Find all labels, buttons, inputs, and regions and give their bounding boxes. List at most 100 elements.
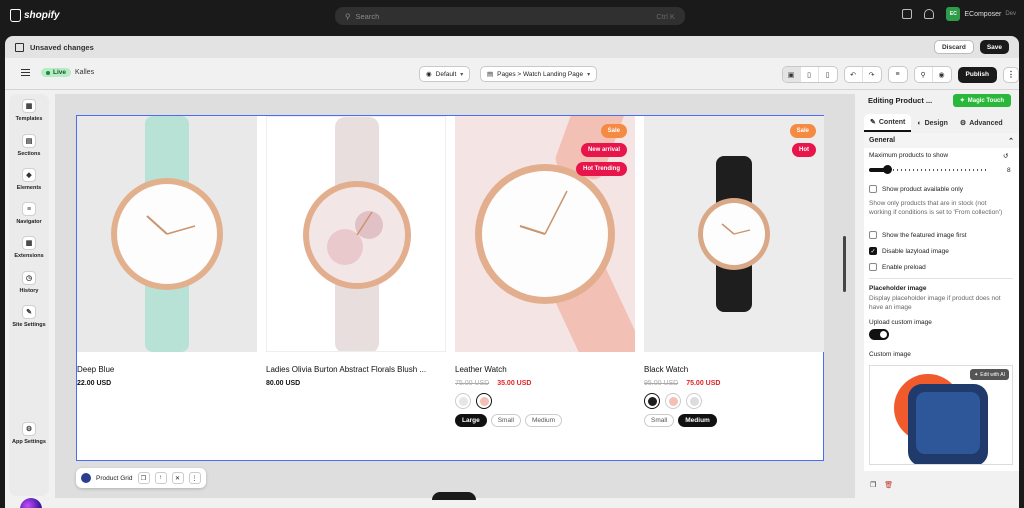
move-up-icon[interactable]: ↑ — [154, 472, 167, 484]
product-grid-canvas[interactable]: Deep Blue 22.00 USD Ladies Olivia Burton… — [76, 115, 824, 461]
copy-icon[interactable]: ❐ — [870, 481, 876, 489]
product-name[interactable]: Deep Blue — [77, 365, 257, 374]
magic-icon: ✦ — [959, 98, 965, 104]
sidebar-item-templates[interactable]: ▦ Templates — [9, 99, 49, 122]
color-swatch[interactable] — [665, 393, 681, 409]
search-input[interactable]: ⚲ Search Ctrl K — [335, 7, 685, 25]
color-swatches — [644, 393, 702, 409]
save-button[interactable]: Save — [979, 40, 1009, 54]
magic-touch-button[interactable]: ✦ Magic Touch — [952, 94, 1011, 107]
size-option[interactable]: Medium — [524, 414, 563, 427]
sidebar-item-label: Site Settings — [12, 322, 46, 328]
sidebar-item-navigator[interactable]: ≡ Navigator — [9, 202, 49, 225]
ecomposer-logo[interactable] — [20, 498, 42, 508]
element-name[interactable]: Product Grid — [96, 475, 133, 482]
custom-image-label: Custom image — [869, 351, 911, 358]
checkbox-box — [869, 263, 877, 271]
sidebar-item-label: Sections — [17, 151, 41, 157]
enable-preload-checkbox[interactable]: Enable preload — [869, 263, 926, 271]
tab-advanced[interactable]: ⚙ Advanced — [954, 114, 1009, 132]
sidebar-item-site-settings[interactable]: ✎ Site Settings — [9, 305, 49, 328]
shopify-logo[interactable]: shopify — [10, 9, 60, 22]
product-name[interactable]: Black Watch — [644, 365, 824, 374]
max-products-value: 8 — [1007, 167, 1011, 174]
slider-handle[interactable] — [882, 165, 892, 174]
color-swatch[interactable] — [686, 393, 702, 409]
left-sidebar: ▦ Templates ▤ Sections ◆ Elements ≡ Navigato… — [9, 94, 49, 508]
show-featured-checkbox[interactable]: Show the featured image first — [869, 231, 967, 239]
edit-with-ai-button[interactable]: ✦ Edit with AI — [970, 369, 1009, 380]
product-name[interactable]: Leather Watch — [455, 365, 635, 374]
store-switcher[interactable]: EC EComposer Dev — [946, 7, 1016, 21]
product-image[interactable]: Sale New arrival Hot Trending — [455, 116, 635, 352]
price-old: 95.00 USD — [644, 380, 679, 387]
color-swatch[interactable] — [455, 393, 471, 409]
show-available-checkbox[interactable]: Show product available only — [869, 185, 963, 193]
more-options-icon[interactable]: ⋮ — [1003, 66, 1019, 83]
chevron-down-icon: ▾ — [587, 71, 591, 78]
preview-eye-icon[interactable]: ◉ — [933, 67, 951, 82]
tab-content[interactable]: ✎ Content — [864, 114, 912, 132]
product-grid-icon — [81, 473, 91, 483]
product-price: 80.00 USD — [266, 380, 300, 387]
max-products-slider[interactable] — [869, 165, 987, 174]
reset-icon[interactable]: ↺ — [1003, 152, 1008, 160]
upload-custom-toggle[interactable] — [869, 329, 889, 340]
duplicate-icon[interactable]: ❐ — [137, 472, 150, 484]
sidebar-item-app-settings[interactable]: ⚙ App Settings — [9, 422, 49, 445]
size-option[interactable]: Small — [490, 414, 521, 427]
globe-icon: ◉ — [426, 71, 432, 78]
default-select[interactable]: ◉ Default ▾ — [419, 66, 471, 82]
undo-icon[interactable]: ↶ — [845, 67, 863, 82]
size-option[interactable]: Small — [644, 414, 675, 427]
tab-design[interactable]: ◐ Design — [911, 114, 954, 132]
discard-button[interactable]: Discard — [933, 40, 974, 54]
view-group: ⚲ ◉ — [913, 66, 952, 83]
redo-icon[interactable]: ↷ — [863, 67, 881, 82]
product-image[interactable]: Sale Hot — [644, 116, 824, 352]
page-select[interactable]: ▤ Pages > Watch Landing Page ▾ — [480, 66, 598, 82]
section-general[interactable]: General ⌃ — [864, 133, 1019, 148]
sidebar-item-sections[interactable]: ▤ Sections — [9, 134, 49, 157]
color-swatch[interactable] — [644, 393, 660, 409]
more-options-icon[interactable]: ⋮ — [188, 472, 201, 484]
bell-icon[interactable] — [924, 9, 935, 19]
size-option[interactable]: Large — [455, 414, 487, 427]
size-options: Small Medium — [644, 414, 717, 427]
placeholder-title: Placeholder image — [869, 285, 927, 292]
inspect-icon[interactable]: ⚲ — [915, 67, 933, 82]
product-name[interactable]: Ladies Olivia Burton Abstract Florals Bl… — [266, 365, 446, 374]
size-option[interactable]: Medium — [678, 414, 717, 427]
sidebar-item-extensions[interactable]: ▦ Extensions — [9, 236, 49, 259]
sidebar-item-history[interactable]: ◷ History — [9, 271, 49, 294]
sliders-icon[interactable]: ≡ — [889, 67, 907, 82]
disable-lazyload-checkbox[interactable]: ✓ Disable lazyload image — [869, 247, 949, 255]
placeholder-help: Display placeholder image if product doe… — [869, 295, 1001, 311]
store-icon[interactable] — [902, 9, 913, 19]
tablet-icon[interactable]: ▯ — [801, 67, 819, 82]
topbar-actions: EC EComposer Dev — [902, 7, 1016, 21]
divider — [869, 278, 1013, 279]
unsaved-changes-bar: Unsaved changes Discard Save — [5, 36, 1019, 58]
trash-icon[interactable]: 🗑 — [884, 481, 893, 489]
elements-icon: ◆ — [22, 168, 36, 182]
product-image[interactable] — [77, 116, 257, 352]
desktop-icon[interactable]: ▣ — [782, 67, 801, 82]
canvas-scrollbar[interactable] — [843, 236, 846, 292]
custom-image-preview[interactable]: ✦ Edit with AI — [869, 365, 1013, 465]
live-dot-icon — [46, 70, 50, 75]
magic-touch-label: Magic Touch — [967, 97, 1004, 104]
collapse-tab[interactable] — [432, 492, 476, 500]
publish-button[interactable]: Publish — [957, 66, 997, 83]
color-swatch[interactable] — [476, 393, 492, 409]
shopify-logo-text: shopify — [24, 10, 60, 21]
theme-name: Kalles — [75, 69, 95, 76]
menu-icon[interactable] — [21, 69, 30, 76]
product-price: 75.00 USD 35.00 USD — [455, 380, 531, 387]
tab-label: Design — [924, 119, 948, 127]
sidebar-item-elements[interactable]: ◆ Elements — [9, 168, 49, 191]
sale-badge: Sale — [600, 124, 627, 138]
delete-icon[interactable]: ✕ — [171, 472, 184, 484]
mobile-icon[interactable]: ▯ — [819, 67, 837, 82]
product-image[interactable] — [266, 116, 446, 352]
